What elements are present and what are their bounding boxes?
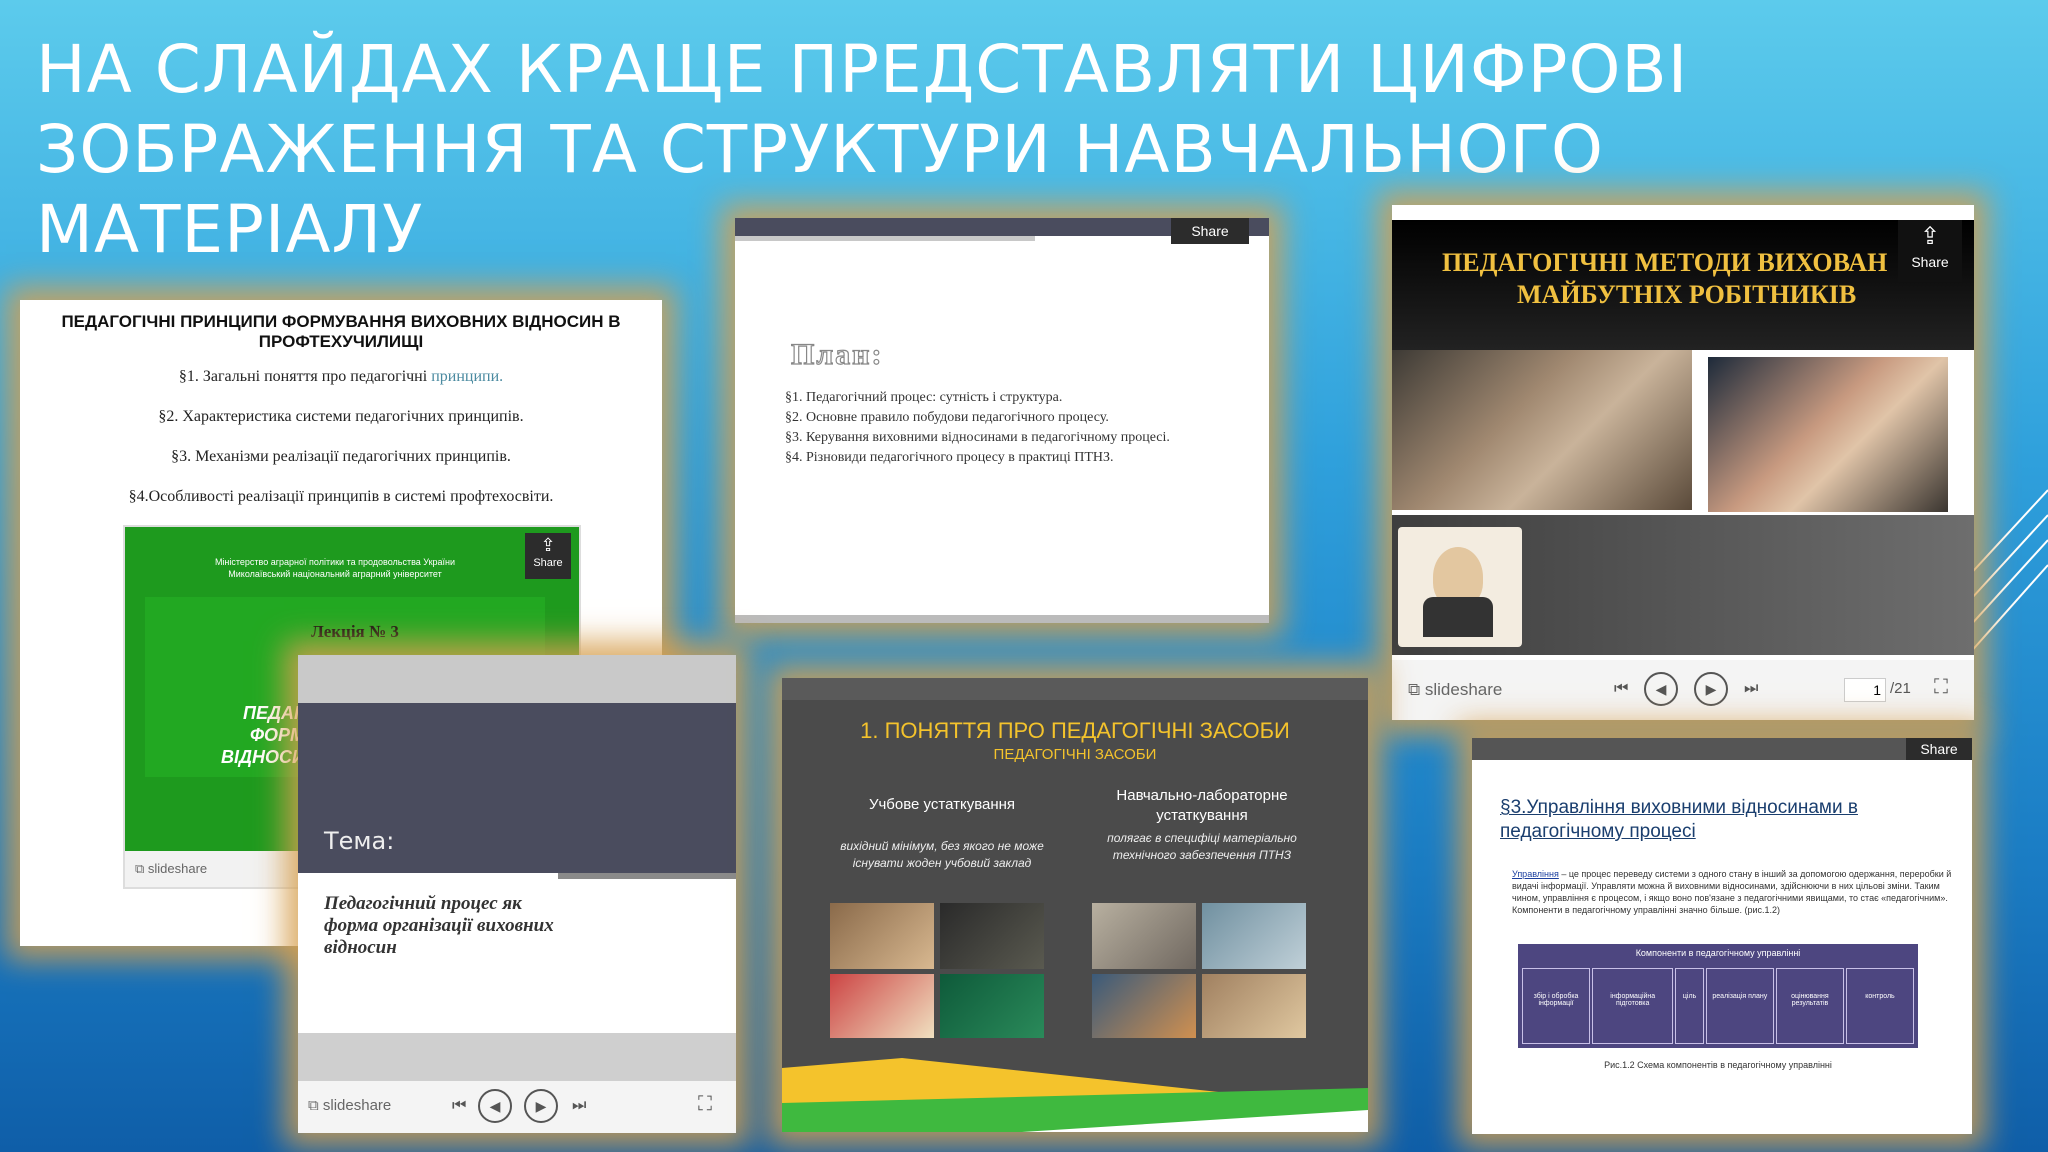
last-page-icon[interactable]: ⏭ <box>1744 680 1758 698</box>
fullscreen-icon[interactable]: ⛶ <box>698 1093 712 1116</box>
slide-plan[interactable]: Share План: §1. Педагогічний процес: сут… <box>735 218 1269 623</box>
principles-link[interactable]: принципи. <box>431 368 503 385</box>
lab-photo-2 <box>1202 903 1306 969</box>
plan-title: План: <box>790 337 884 371</box>
blackboard-photo <box>940 903 1044 969</box>
management-link[interactable]: Управління <box>1512 869 1559 879</box>
list-item: §3. Керування виховними відносинами в пе… <box>785 430 1170 445</box>
slide1-list: §1. Загальні поняття про педагогічні при… <box>20 368 662 506</box>
table-header: Компоненти в педагогічному управлінні <box>1635 948 1801 958</box>
slide-means[interactable]: 1. ПОНЯТТЯ ПРО ПЕДАГОГІЧНІ ЗАСОБИ ПЕДАГО… <box>782 678 1368 1132</box>
green-yellow-wave <box>782 1058 1368 1132</box>
slideshare-logo: ⧉ slideshare <box>135 861 208 876</box>
students-photo-1 <box>1392 350 1692 510</box>
methods-header: ПЕДАГОГІЧНІ МЕТОДИ ВИХОВАН МАЙБУТНІХ РОБ… <box>1392 220 1974 350</box>
title-line-1: На слайдах краще представляти цифрові <box>36 31 1689 108</box>
slideshare-toolbar: ⧉ slideshare ⏮ ◀ ▶ ⏭ ⛶ <box>298 1081 736 1133</box>
chalkboard-photo <box>940 974 1044 1038</box>
col2-text: полягає в специфіці матеріально технічно… <box>1107 831 1297 862</box>
students-photo-2 <box>1708 357 1948 512</box>
figure-caption: Рис.1.2 Схема компонентів в педагогічном… <box>1604 1060 1832 1070</box>
page-input[interactable]: 1 <box>1844 678 1886 702</box>
methods-title-line-2: МАЙБУТНІХ РОБІТНИКІВ <box>1517 280 1857 309</box>
share-button[interactable]: Share <box>1171 218 1249 244</box>
share-button[interactable]: Share <box>1906 738 1972 760</box>
col1-text: вихідний мінімум, без якого не може існу… <box>840 839 1044 870</box>
supplies-photo <box>830 974 934 1038</box>
means-subtitle: ПЕДАГОГІЧНІ ЗАСОБИ <box>993 746 1157 763</box>
share-button[interactable]: ⇪ Share <box>1898 220 1962 282</box>
ministry-text: Міністерство аграрної політики та продов… <box>214 557 456 567</box>
prev-button[interactable]: ◀ <box>478 1089 512 1123</box>
components-table: Компоненти в педагогічному управлінні зб… <box>1518 944 1918 1048</box>
table-cell: інформаційна підготовка <box>1592 968 1674 1044</box>
share-icon: ⇪ <box>1919 223 1941 250</box>
management-paragraph: Управління – це процес переведу системи … <box>1512 869 1952 915</box>
lecture-number: Лекція № 3 <box>311 622 399 641</box>
topic-subtitle: Педагогічний процес як форма організації… <box>324 893 554 958</box>
slide-methods[interactable]: ПЕДАГОГІЧНІ МЕТОДИ ВИХОВАН МАЙБУТНІХ РОБ… <box>1392 205 1974 720</box>
slide1-heading: ПЕДАГОГІЧНІ ПРИНЦИПИ ФОРМУВАННЯ ВИХОВНИХ… <box>61 312 621 351</box>
slideshare-toolbar: ⧉ slideshare ⏮ ◀ ▶ ⏭ 1 /21 ⛶ <box>1392 660 1974 720</box>
lab-photo-1 <box>1092 903 1196 969</box>
methods-title-line-1: ПЕДАГОГІЧНІ МЕТОДИ ВИХОВАН <box>1442 248 1888 277</box>
page-total: /21 <box>1890 680 1911 697</box>
list-item: §4. Різновиди педагогічного процесу в пр… <box>785 450 1114 465</box>
list-item: §3. Механізми реалізації педагогічних пр… <box>171 448 511 465</box>
table-cell: контроль <box>1845 968 1915 1044</box>
lab-photo-4 <box>1202 974 1306 1038</box>
classroom-photo <box>830 903 934 969</box>
fullscreen-icon[interactable]: ⛶ <box>1934 676 1948 699</box>
university-text: Миколаївський національний аграрний унів… <box>228 569 442 579</box>
list-item: §1. Загальні поняття про педагогічні при… <box>178 368 504 385</box>
next-button[interactable]: ▶ <box>524 1089 558 1123</box>
teacher-illustration <box>1398 527 1522 647</box>
next-button[interactable]: ▶ <box>1694 672 1728 706</box>
slide-management[interactable]: Share §3.Управління виховними відносинам… <box>1472 738 1972 1134</box>
topic-label: Тема: <box>324 827 395 855</box>
list-item: §4.Особливості реалізації принципів в си… <box>128 488 554 505</box>
last-page-icon[interactable]: ⏭ <box>572 1097 586 1115</box>
list-item: §2. Характеристика системи педагогічних … <box>158 408 524 425</box>
first-page-icon[interactable]: ⏮ <box>452 1097 466 1115</box>
lecture-title-partial: ПЕДАГ ФОРМ ВІДНОСИ <box>221 703 305 767</box>
slide-topic[interactable]: Тема: Педагогічний процес як форма орган… <box>298 655 736 1133</box>
means-title: 1. ПОНЯТТЯ ПРО ПЕДАГОГІЧНІ ЗАСОБИ <box>860 718 1290 743</box>
col1-heading: Учбове устаткування <box>868 796 1016 813</box>
plan-list: §1. Педагогічний процес: сутність і стру… <box>785 388 1225 468</box>
management-heading: §3.Управління виховними відносинами в пе… <box>1500 797 1858 842</box>
prev-button[interactable]: ◀ <box>1644 672 1678 706</box>
slideshare-logo[interactable]: ⧉ slideshare <box>308 1097 391 1114</box>
lab-photo-3 <box>1092 974 1196 1038</box>
table-cell: оцінювання результатів <box>1775 968 1844 1044</box>
first-page-icon[interactable]: ⏮ <box>1614 680 1628 698</box>
table-cells: збір і обробка інформації інформаційна п… <box>1522 968 1915 1044</box>
slideshare-logo[interactable]: ⧉ slideshare <box>1408 680 1502 700</box>
share-icon: ⇪ <box>540 535 556 555</box>
table-cell: реалізація плану <box>1705 968 1774 1044</box>
list-item: §2. Основне правило побудови педагогічно… <box>785 410 1109 425</box>
col2-heading: Навчально-лабораторне устаткування <box>1116 787 1288 824</box>
table-cell: збір і обробка інформації <box>1522 968 1591 1044</box>
share-button[interactable]: ⇪ Share <box>525 533 571 579</box>
table-cell: ціль <box>1675 968 1704 1044</box>
list-item: §1. Педагогічний процес: сутність і стру… <box>785 390 1063 405</box>
